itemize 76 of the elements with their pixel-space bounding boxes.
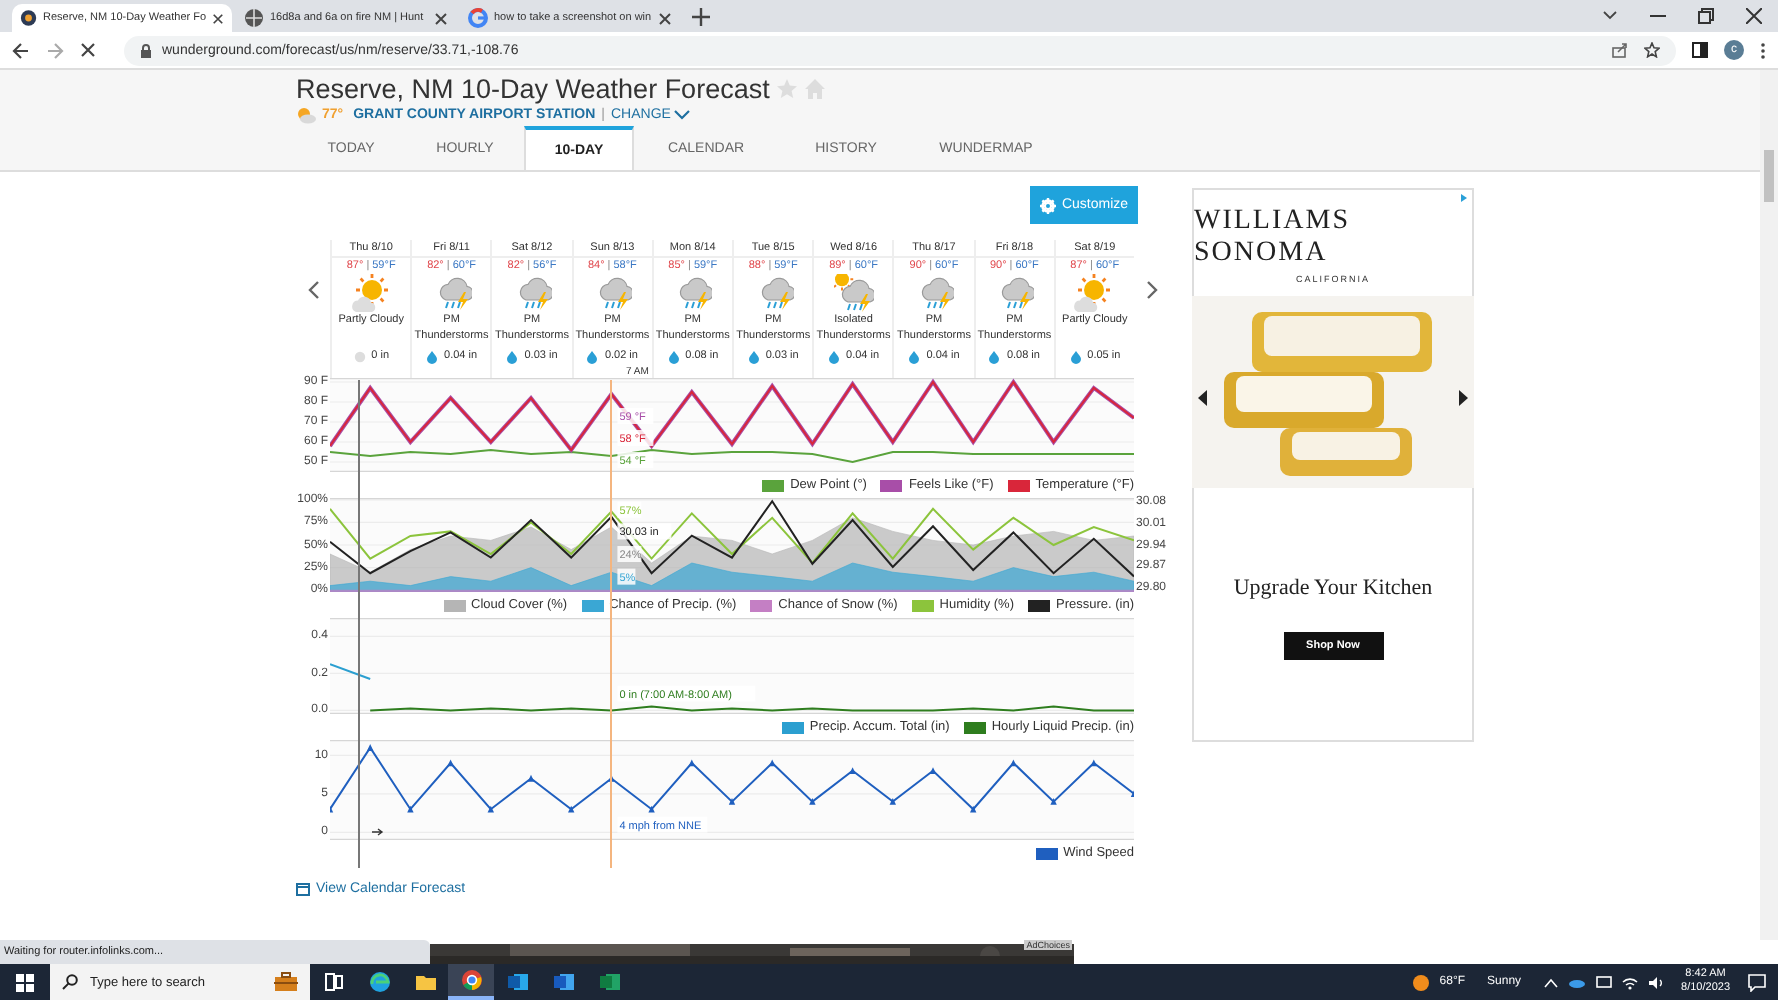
- legend-swatch: [880, 479, 903, 491]
- back-icon[interactable]: [12, 41, 30, 59]
- legend-swatch: [1027, 599, 1050, 611]
- legend-swatch: [750, 599, 773, 611]
- menu-icon[interactable]: [1760, 41, 1766, 59]
- previous-arrow-icon[interactable]: [1198, 390, 1208, 406]
- display-icon[interactable]: [1595, 975, 1612, 989]
- gear-icon: [1039, 197, 1056, 213]
- sun-icon: [1411, 973, 1430, 991]
- task-view-icon: [321, 970, 345, 994]
- legend-swatch: [781, 721, 804, 733]
- point: [769, 759, 776, 767]
- legend-swatch: [963, 721, 986, 733]
- legend-swatch: [1007, 479, 1030, 491]
- speaker-icon[interactable]: [1647, 975, 1664, 989]
- point: [849, 767, 856, 774]
- forward-icon: [46, 41, 64, 59]
- arrow-icon[interactable]: [371, 828, 384, 836]
- close-icon[interactable]: [212, 11, 224, 25]
- notification-icon[interactable]: [1748, 973, 1766, 991]
- close-icon[interactable]: [658, 11, 672, 25]
- legend-swatch: [762, 479, 785, 491]
- outlook-icon: [505, 970, 529, 994]
- close-icon[interactable]: [434, 11, 448, 25]
- legend-swatch: [581, 599, 604, 611]
- point: [889, 797, 896, 805]
- scrollbar[interactable]: [1760, 70, 1778, 940]
- point: [487, 805, 494, 813]
- wifi-icon[interactable]: [1621, 975, 1638, 989]
- lock-icon: [140, 43, 152, 57]
- sidebar-icon[interactable]: [1692, 42, 1708, 58]
- brand-name: WILLIAMS SONOMA: [1194, 206, 1352, 270]
- point: [527, 774, 535, 782]
- restore-icon[interactable]: [1698, 8, 1714, 24]
- sun-cloud-icon: [351, 274, 392, 314]
- windows-logo-icon[interactable]: [16, 973, 34, 991]
- point: [568, 805, 575, 813]
- legend-swatch: [1035, 847, 1058, 859]
- point: [1090, 759, 1097, 767]
- star-icon[interactable]: [1644, 42, 1660, 58]
- chevron-up-icon[interactable]: [1543, 977, 1558, 987]
- new-tab-icon[interactable]: [692, 8, 710, 26]
- favicon-icon: [20, 8, 38, 28]
- calendar-icon: [296, 882, 310, 896]
- page-title: Reserve, NM 10-Day Weather Forecast: [296, 74, 770, 104]
- briefcase-icon: [274, 972, 298, 992]
- next-arrow-icon[interactable]: [1458, 390, 1468, 406]
- stop-icon[interactable]: [80, 42, 96, 58]
- point: [1050, 797, 1057, 805]
- point: [728, 797, 736, 805]
- word-icon: [551, 970, 575, 994]
- legend-swatch: [443, 599, 466, 611]
- edge-icon: [367, 970, 391, 994]
- point: [367, 744, 374, 751]
- search-icon: [62, 974, 78, 990]
- chrome-icon: [459, 968, 483, 992]
- sun-cloud-icon: [1074, 274, 1115, 314]
- taskbar-app[interactable]: [448, 964, 494, 1000]
- star-icon[interactable]: [775, 78, 798, 100]
- sun-storm-cloud-icon: [833, 274, 874, 314]
- close-icon[interactable]: [1746, 8, 1762, 24]
- share-icon[interactable]: [1612, 42, 1628, 58]
- point: [929, 767, 937, 774]
- adchoices-icon[interactable]: [1458, 192, 1470, 204]
- chevron-down-icon[interactable]: [1602, 10, 1618, 22]
- folder-icon: [413, 970, 437, 994]
- chevron-down-icon: [674, 110, 691, 120]
- point: [809, 797, 816, 805]
- point: [688, 759, 695, 767]
- excel-icon: [597, 970, 621, 994]
- point: [970, 805, 977, 813]
- favicon-icon: [468, 8, 488, 28]
- cloud-icon[interactable]: [1567, 976, 1586, 988]
- legend-swatch: [911, 599, 934, 611]
- ad-headline: Upgrade Your Kitchen: [1233, 576, 1433, 600]
- point: [1010, 759, 1017, 767]
